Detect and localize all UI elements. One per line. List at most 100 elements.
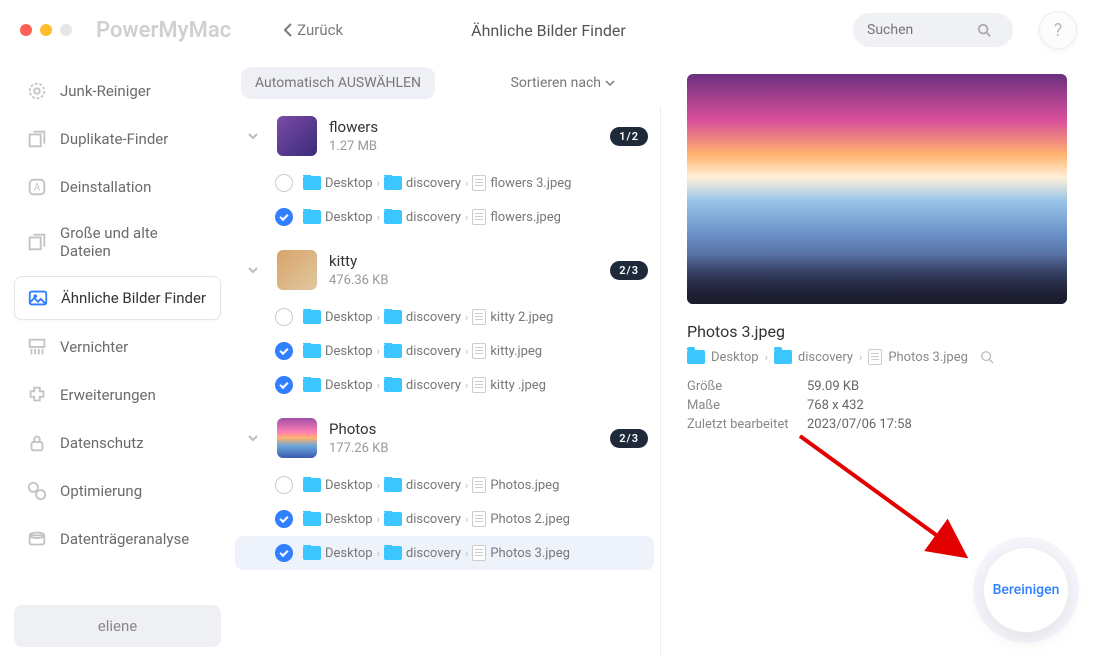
- search-icon[interactable]: [980, 350, 994, 364]
- search-box[interactable]: [853, 13, 1013, 47]
- user-button[interactable]: eliene: [14, 605, 221, 647]
- sidebar-item-shred[interactable]: Vernichter: [14, 326, 221, 368]
- sidebar-item-uninstall[interactable]: A Deinstallation: [14, 166, 221, 208]
- back-button[interactable]: Zurück: [283, 21, 343, 39]
- sidebar-item-label: Datenträgeranalyse: [60, 530, 189, 548]
- group-badge: 1/2: [610, 127, 648, 146]
- group-thumbnail: [277, 418, 317, 458]
- group-header[interactable]: Photos177.26 KB2/3: [235, 408, 654, 468]
- sidebar-item-label: Optimierung: [60, 482, 142, 500]
- folder-icon: [384, 378, 402, 392]
- list-item[interactable]: Desktop›discovery›kitty 2.jpeg: [235, 300, 654, 334]
- file-path: Desktop›discovery›Photos 2.jpeg: [303, 511, 570, 527]
- close-window-button[interactable]: [20, 24, 32, 36]
- sidebar-item-label: Große und alte Dateien: [60, 224, 209, 260]
- group-size: 476.36 KB: [329, 273, 598, 288]
- checkbox[interactable]: [275, 510, 293, 528]
- chevron-down-icon: [605, 78, 615, 88]
- folder-icon: [384, 478, 402, 492]
- chevron-down-icon[interactable]: [241, 130, 265, 142]
- disk-icon: [26, 528, 48, 550]
- file-path: Desktop›discovery›flowers.jpeg: [303, 209, 561, 225]
- group-thumbnail: [277, 116, 317, 156]
- sidebar-item-junk[interactable]: Junk-Reiniger: [14, 70, 221, 112]
- sidebar-item-opt[interactable]: Optimierung: [14, 470, 221, 512]
- auto-select-button[interactable]: Automatisch AUSWÄHLEN: [241, 67, 435, 99]
- help-button[interactable]: ?: [1039, 11, 1077, 49]
- maximize-window-button[interactable]: [60, 24, 72, 36]
- list-item[interactable]: Desktop›discovery›Photos 2.jpeg: [235, 502, 654, 536]
- sidebar-item-large[interactable]: Große und alte Dateien: [14, 214, 221, 270]
- sidebar-item-ext[interactable]: Erweiterungen: [14, 374, 221, 416]
- list-item[interactable]: Desktop›discovery›flowers 3.jpeg: [235, 166, 654, 200]
- ext-icon: [26, 384, 48, 406]
- sidebar-item-label: Duplikate-Finder: [60, 130, 168, 148]
- opt-icon: [26, 480, 48, 502]
- sidebar-item-privacy[interactable]: Datenschutz: [14, 422, 221, 464]
- chevron-down-icon[interactable]: [241, 432, 265, 444]
- folder-icon: [384, 310, 402, 324]
- file-path: Desktop›discovery›Photos 3.jpeg: [303, 545, 570, 561]
- folder-icon: [303, 546, 321, 560]
- group-header[interactable]: kitty 476.36 KB 2/3: [235, 240, 654, 300]
- sidebar-item-dup[interactable]: Duplikate-Finder: [14, 118, 221, 160]
- search-input[interactable]: [867, 22, 977, 38]
- clean-button[interactable]: Bereinigen: [983, 547, 1069, 633]
- shred-icon: [26, 336, 48, 358]
- group-name: kitty: [329, 252, 598, 270]
- uninstall-icon: A: [26, 176, 48, 198]
- checkbox[interactable]: [275, 376, 293, 394]
- sidebar-item-similar[interactable]: Ähnliche Bilder Finder: [14, 276, 221, 320]
- list-item[interactable]: Desktop›discovery›flowers.jpeg: [235, 200, 654, 234]
- checkbox[interactable]: [275, 308, 293, 326]
- file-path: Desktop›discovery›kitty 2.jpeg: [303, 309, 553, 325]
- file-icon: [868, 349, 882, 365]
- list-item[interactable]: Desktop›discovery›kitty.jpeg: [235, 334, 654, 368]
- group-size: 1.27 MB: [329, 139, 598, 154]
- group-header[interactable]: flowers1.27 MB1/2: [235, 106, 654, 166]
- file-path: Desktop›discovery›kitty.jpeg: [303, 343, 542, 359]
- sidebar-item-label: Erweiterungen: [60, 386, 156, 404]
- folder-icon: [303, 378, 321, 392]
- chevron-down-icon[interactable]: [241, 264, 265, 276]
- checkbox[interactable]: [275, 476, 293, 494]
- dup-icon: [26, 128, 48, 150]
- folder-icon: [303, 176, 321, 190]
- checkbox[interactable]: [275, 342, 293, 360]
- file-icon: [472, 209, 486, 225]
- file-icon: [472, 175, 486, 191]
- minimize-window-button[interactable]: [40, 24, 52, 36]
- folder-icon: [687, 350, 705, 364]
- results-list: flowers1.27 MB1/2Desktop›discovery›flowe…: [235, 106, 661, 657]
- preview-metadata: Größe59.09 KB Maße768 x 432 Zuletzt bear…: [687, 379, 1067, 432]
- search-icon: [977, 23, 991, 37]
- list-item[interactable]: Desktop›discovery›Photos 3.jpeg: [235, 536, 654, 570]
- folder-icon: [384, 546, 402, 560]
- sort-dropdown[interactable]: Sortieren nach: [511, 75, 615, 91]
- file-path: Desktop›discovery›Photos.jpeg: [303, 477, 559, 493]
- list-item[interactable]: Desktop›discovery›kitty .jpeg: [235, 368, 654, 402]
- checkbox[interactable]: [275, 174, 293, 192]
- preview-filename: Photos 3.jpeg: [687, 322, 1067, 341]
- sidebar-item-label: Ähnliche Bilder Finder: [61, 289, 206, 307]
- checkbox[interactable]: [275, 544, 293, 562]
- file-icon: [472, 477, 486, 493]
- sidebar-item-label: Junk-Reiniger: [60, 82, 151, 100]
- page-title: Ähnliche Bilder Finder: [471, 21, 626, 40]
- group-size: 177.26 KB: [329, 441, 598, 456]
- sidebar-item-label: Vernichter: [60, 338, 128, 356]
- checkbox[interactable]: [275, 208, 293, 226]
- group-name: Photos: [329, 420, 598, 438]
- sidebar: Junk-Reiniger Duplikate-Finder A Deinstalla…: [0, 60, 235, 657]
- file-path: Desktop›discovery›flowers 3.jpeg: [303, 175, 571, 191]
- folder-icon: [384, 176, 402, 190]
- folder-icon: [384, 210, 402, 224]
- folder-icon: [303, 478, 321, 492]
- folder-icon: [774, 350, 792, 364]
- group-thumbnail: [277, 250, 317, 290]
- list-item[interactable]: Desktop›discovery›Photos.jpeg: [235, 468, 654, 502]
- file-icon: [472, 309, 486, 325]
- group-badge: 2/3: [610, 261, 648, 280]
- sidebar-item-label: Deinstallation: [60, 178, 151, 196]
- sidebar-item-disk[interactable]: Datenträgeranalyse: [14, 518, 221, 560]
